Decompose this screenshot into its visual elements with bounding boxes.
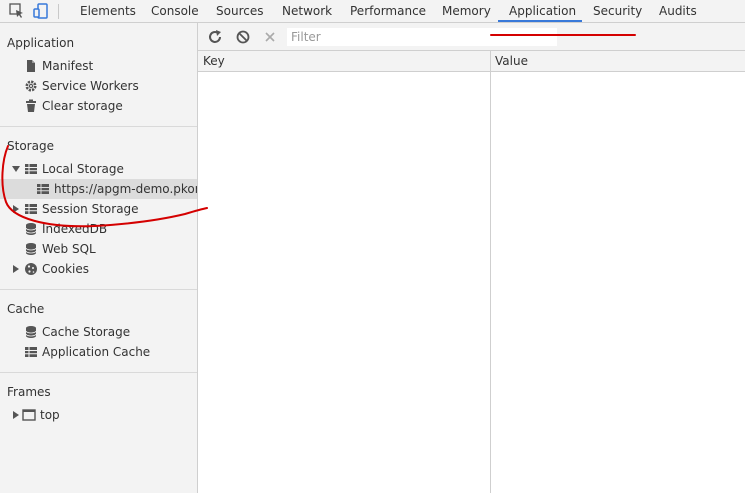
sidebar-item-label: Session Storage [42,202,139,216]
tab-memory[interactable]: Memory [442,0,491,22]
expand-arrow-right-icon[interactable] [13,411,19,419]
database-icon [25,223,37,235]
gear-icon [25,80,37,92]
cookie-icon [25,263,37,275]
section-title-cache: Cache [7,302,45,316]
sidebar-item-frame-top[interactable]: top [0,405,197,425]
sidebar-item-local-storage-origin[interactable]: https://apgm-demo.pkonda [0,179,197,199]
sidebar-item-label: Manifest [42,59,94,73]
section-divider [0,289,197,290]
sidebar-item-web-sql[interactable]: Web SQL [0,239,197,259]
sidebar-item-service-workers[interactable]: Service Workers [0,76,197,96]
section-title-application: Application [7,36,75,50]
sidebar-item-cache-storage[interactable]: Cache Storage [0,322,197,342]
tab-performance[interactable]: Performance [350,0,426,22]
section-title-frames: Frames [7,385,51,399]
section-divider [0,372,197,373]
sidebar-item-label: Web SQL [42,242,96,256]
sidebar-item-label: Clear storage [42,99,123,113]
sidebar-item-session-storage[interactable]: Session Storage [0,199,197,219]
expand-arrow-right-icon[interactable] [13,265,19,273]
sidebar-item-manifest[interactable]: Manifest [0,56,197,76]
expand-arrow-right-icon[interactable] [13,205,19,213]
document-icon [27,60,35,72]
devtools-tab-bar: Elements Console Sources Network Perform… [0,0,745,23]
delete-icon[interactable] [262,29,278,45]
table-icon [25,164,37,174]
toolbar-separator [58,4,59,19]
sidebar-item-indexeddb[interactable]: IndexedDB [0,219,197,239]
storage-toolbar [198,23,745,51]
inspect-element-icon[interactable] [9,3,25,19]
table-icon [25,204,37,214]
database-icon [25,243,37,255]
table-icon [37,184,49,194]
sidebar-item-cookies[interactable]: Cookies [0,259,197,279]
frame-window-icon [22,409,36,421]
tab-sources[interactable]: Sources [216,0,263,22]
tab-security[interactable]: Security [593,0,642,22]
annotation-underline [490,34,636,36]
column-header-value[interactable]: Value [495,51,528,71]
sidebar-item-label: IndexedDB [42,222,108,236]
sidebar-item-label: Application Cache [42,345,151,359]
sidebar-item-label: top [40,408,60,422]
sidebar-item-clear-storage[interactable]: Clear storage [0,96,197,116]
device-toolbar-icon[interactable] [33,3,49,19]
tab-console[interactable]: Console [151,0,199,22]
refresh-icon[interactable] [207,29,223,45]
storage-grid-header: Key Value [198,51,745,72]
sidebar-item-label: Service Workers [42,79,139,93]
sidebar-item-label: Cookies [42,262,89,276]
sidebar-item-label: Local Storage [42,162,124,176]
clear-block-icon[interactable] [235,29,251,45]
column-divider[interactable] [490,51,491,493]
column-header-key[interactable]: Key [203,51,225,71]
table-icon [25,347,37,357]
sidebar-item-label: Cache Storage [42,325,131,339]
expand-arrow-down-icon[interactable] [12,166,20,172]
sidebar-item-application-cache[interactable]: Application Cache [0,342,197,362]
tab-audits[interactable]: Audits [659,0,697,22]
section-divider [0,126,197,127]
filter-input[interactable] [287,28,557,46]
database-icon [25,326,37,338]
active-tab-indicator [498,20,582,22]
tab-application[interactable]: Application [509,0,576,22]
trash-icon [26,99,36,112]
sidebar-item-label: https://apgm-demo.pkonda [54,182,197,196]
section-title-storage: Storage [7,139,54,153]
sidebar-item-local-storage[interactable]: Local Storage [0,159,197,179]
tab-network[interactable]: Network [282,0,332,22]
application-sidebar: Application Manifest Service Workers Cle… [0,23,198,493]
tab-elements[interactable]: Elements [80,0,136,22]
